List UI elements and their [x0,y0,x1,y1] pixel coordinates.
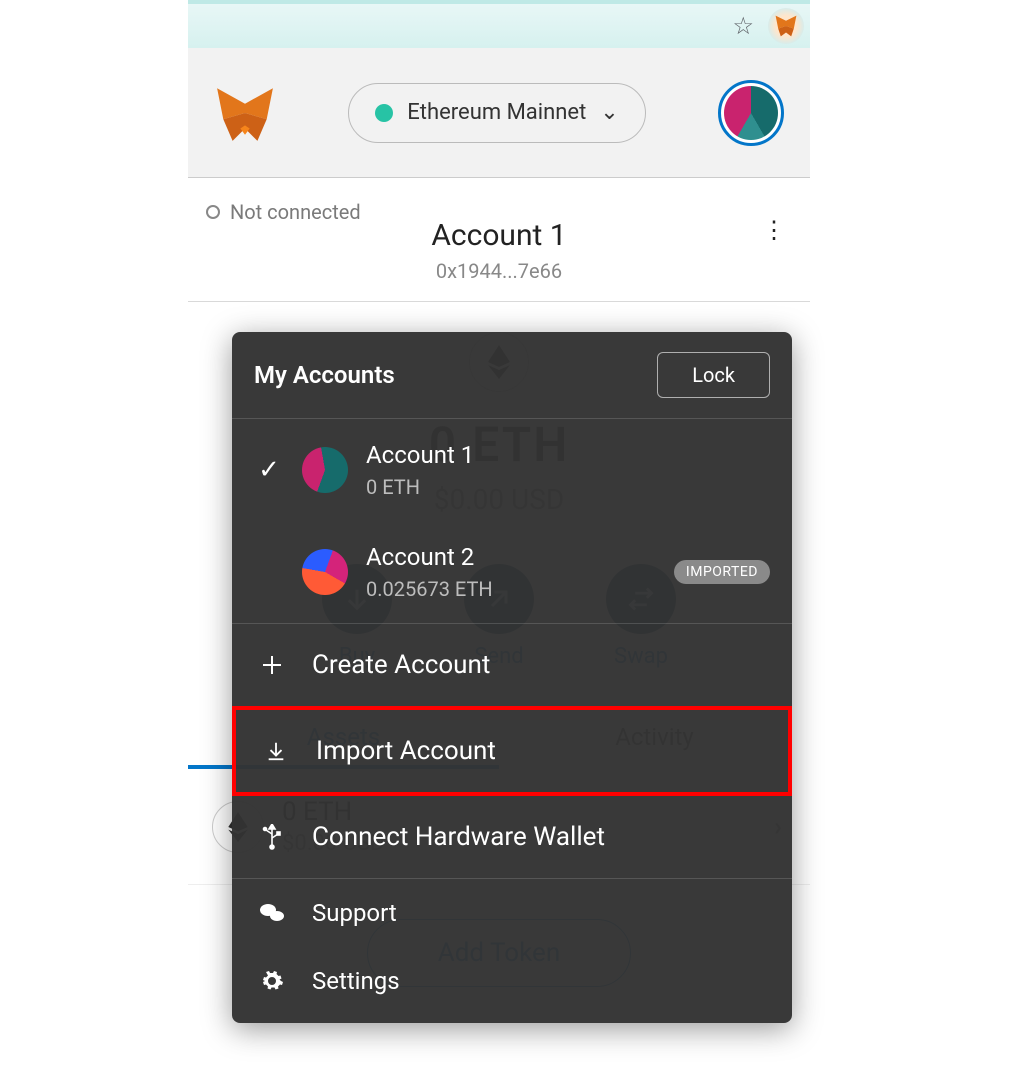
chevron-down-icon: ⌄ [600,100,618,125]
network-status-dot-icon [375,104,393,122]
account-menu-title: My Accounts [254,361,395,389]
chat-icon [256,902,288,924]
connection-status[interactable]: Not connected [230,200,361,224]
menu-label: Create Account [312,650,490,680]
plus-icon [256,653,288,677]
account-item-balance: 0.025673 ETH [366,577,493,601]
divider [188,301,810,302]
menu-label: Settings [312,967,400,995]
browser-url-bar: ☆ [188,0,810,48]
account-item-balance: 0 ETH [366,475,474,499]
gear-icon [256,969,288,993]
imported-badge: IMPORTED [674,560,770,584]
account-item-name: Account 2 [366,543,493,571]
lock-button[interactable]: Lock [657,352,770,398]
account-item-2[interactable]: Account 2 0.025673 ETH IMPORTED [232,521,792,623]
account-address[interactable]: 0x1944...7e66 [188,259,810,283]
account-avatar-button[interactable] [718,80,784,146]
network-selector[interactable]: Ethereum Mainnet ⌄ [348,83,645,143]
create-account-button[interactable]: Create Account [232,624,792,706]
usb-icon [256,824,288,850]
support-button[interactable]: Support [232,879,792,947]
settings-button[interactable]: Settings [232,947,792,1023]
account-menu: My Accounts Lock ✓ Account 1 0 ETH Accou… [232,332,792,1023]
network-name: Ethereum Mainnet [407,100,586,125]
account-avatar-icon [302,447,348,493]
connect-hardware-button[interactable]: Connect Hardware Wallet [232,796,792,878]
wallet-header: Ethereum Mainnet ⌄ [188,48,810,178]
account-item-1[interactable]: ✓ Account 1 0 ETH [232,419,792,521]
download-icon [260,740,292,762]
account-avatar-icon [724,86,778,140]
menu-label: Support [312,899,397,927]
menu-label: Connect Hardware Wallet [312,822,605,852]
account-options-icon[interactable]: ⋮ [762,216,784,244]
import-account-button[interactable]: Import Account [232,706,792,796]
menu-label: Import Account [316,736,496,766]
bookmark-star-icon[interactable]: ☆ [732,12,754,40]
check-icon: ✓ [254,455,284,485]
connection-status-icon [206,205,220,219]
account-avatar-icon [302,549,348,595]
account-item-name: Account 1 [366,441,474,469]
metamask-logo-icon [214,82,276,144]
metamask-extension-icon[interactable] [768,8,804,44]
